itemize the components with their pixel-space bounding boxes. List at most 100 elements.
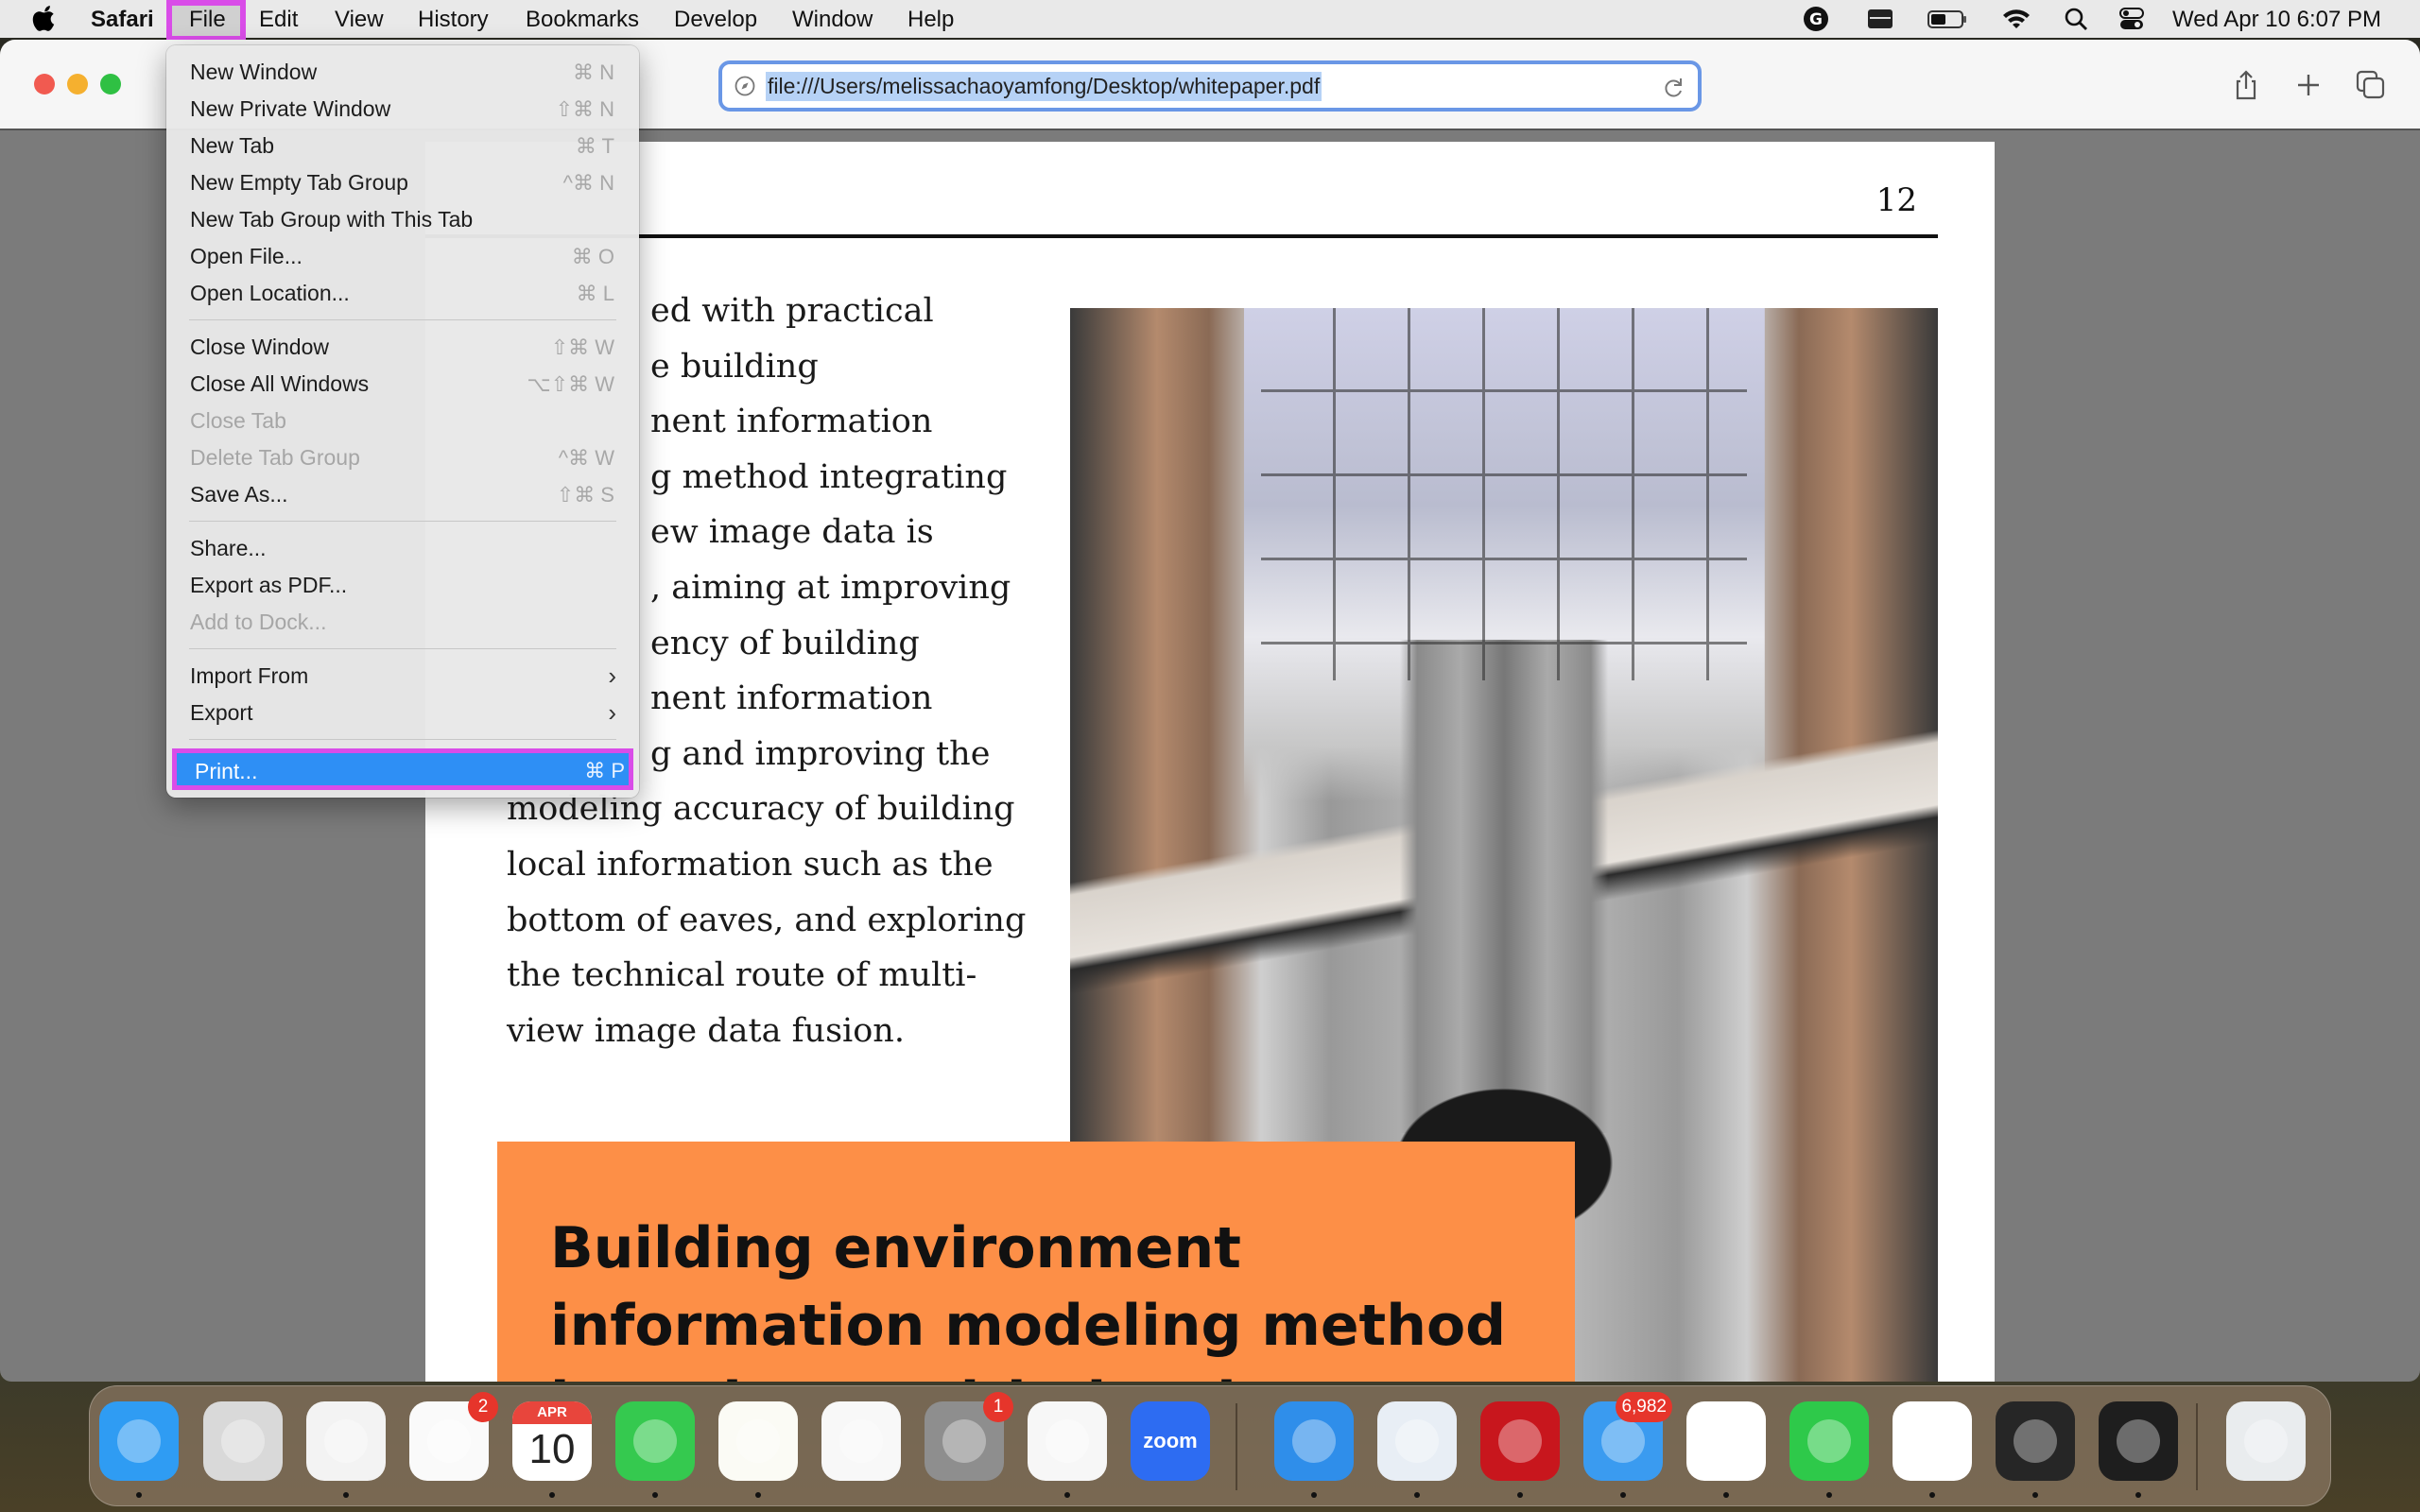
dock-app-messages[interactable] bbox=[615, 1401, 695, 1481]
menu-item-label: Add to Dock... bbox=[190, 610, 327, 634]
dock-app-mail[interactable]: 6,982 bbox=[1583, 1392, 1672, 1481]
menu-item-label: New Window bbox=[190, 60, 318, 84]
menu-item-close-all-windows[interactable]: Close All Windows ⌥⇧⌘ W bbox=[166, 366, 639, 403]
menu-history[interactable]: History bbox=[418, 6, 489, 34]
dock-app-launchpad[interactable] bbox=[203, 1401, 283, 1481]
shortcut-label: ⌘ N bbox=[573, 60, 614, 84]
menu-item-label: Print... bbox=[195, 759, 258, 783]
shortcut-label: ^⌘ N bbox=[562, 171, 614, 195]
menu-item-share[interactable]: Share... bbox=[166, 530, 639, 567]
menu-item-label: Delete Tab Group bbox=[190, 445, 360, 470]
menubar-clock[interactable]: Wed Apr 10 6:07 PM bbox=[2172, 6, 2381, 34]
text-line: view image data fusion. bbox=[507, 1011, 905, 1050]
address-bar[interactable]: file:///Users/melissachaoyamfong/Desktop… bbox=[718, 60, 1702, 112]
dock-app-finder[interactable] bbox=[99, 1401, 179, 1481]
minimize-window-button[interactable] bbox=[67, 74, 88, 94]
menu-item-label: Close Window bbox=[190, 335, 329, 359]
freeform-icon bbox=[839, 1419, 883, 1463]
menu-item-new-tab-group-with-this-tab[interactable]: New Tab Group with This Tab bbox=[166, 201, 639, 238]
close-window-button[interactable] bbox=[34, 74, 55, 94]
running-indicator bbox=[755, 1492, 761, 1498]
shortcut-label: ⌘ P bbox=[584, 759, 625, 782]
dock-app-photos[interactable]: 2 bbox=[409, 1392, 498, 1481]
zoom-window-button[interactable] bbox=[100, 74, 121, 94]
running-indicator bbox=[343, 1492, 349, 1498]
menu-item-open-location[interactable]: Open Location... ⌘ L bbox=[166, 275, 639, 312]
system-settings-icon bbox=[942, 1419, 986, 1463]
running-indicator bbox=[549, 1492, 555, 1498]
menu-item-close-tab: Close Tab bbox=[166, 403, 639, 439]
share-icon[interactable] bbox=[2229, 68, 2263, 102]
menu-item-label: New Private Window bbox=[190, 96, 391, 121]
shortcut-label: ⌘ O bbox=[571, 245, 614, 268]
menu-help[interactable]: Help bbox=[908, 6, 954, 34]
dock-app-zoom[interactable]: zoom bbox=[1131, 1401, 1210, 1481]
menu-item-label: Save As... bbox=[190, 482, 288, 507]
dock-app-notes[interactable] bbox=[718, 1401, 798, 1481]
menu-window[interactable]: Window bbox=[792, 6, 873, 34]
launchpad-icon bbox=[221, 1419, 265, 1463]
menu-item-label: New Tab bbox=[190, 133, 275, 158]
running-indicator bbox=[1723, 1492, 1729, 1498]
battery-icon[interactable] bbox=[1927, 4, 1968, 34]
menu-item-new-private-window[interactable]: New Private Window ⇧⌘ N bbox=[166, 91, 639, 128]
menu-item-print[interactable]: Print... ⌘ P bbox=[172, 748, 633, 790]
dock-separator bbox=[2196, 1403, 2198, 1490]
dock-app-numbers[interactable] bbox=[1789, 1401, 1869, 1481]
menu-develop[interactable]: Develop bbox=[674, 6, 757, 34]
dock-app-calendar[interactable]: APR 10 bbox=[512, 1401, 592, 1481]
menu-bookmarks[interactable]: Bookmarks bbox=[526, 6, 639, 34]
menu-item-export-as-pdf[interactable]: Export as PDF... bbox=[166, 567, 639, 604]
dock-app-freeform[interactable] bbox=[821, 1401, 901, 1481]
tab-overview-icon[interactable] bbox=[2354, 68, 2388, 102]
menu-item-import-from[interactable]: Import From › bbox=[166, 658, 639, 695]
dock-app-microsoft-teams[interactable] bbox=[1893, 1401, 1972, 1481]
menu-app-safari[interactable]: Safari bbox=[91, 6, 154, 34]
reload-icon[interactable] bbox=[1662, 76, 1686, 100]
dock-app-preview[interactable] bbox=[1377, 1401, 1457, 1481]
menu-item-save-as[interactable]: Save As... ⇧⌘ S bbox=[166, 476, 639, 513]
keyboard-brightness-icon[interactable] bbox=[1866, 4, 1894, 34]
menu-item-close-window[interactable]: Close Window ⇧⌘ W bbox=[166, 329, 639, 366]
dock-app-system-settings[interactable]: 1 bbox=[925, 1392, 1013, 1481]
menu-item-open-file[interactable]: Open File... ⌘ O bbox=[166, 238, 639, 275]
callout-box: Building environment information modelin… bbox=[497, 1142, 1575, 1382]
dock-app-keychain-access[interactable] bbox=[2099, 1401, 2178, 1481]
menu-item-new-window[interactable]: New Window ⌘ N bbox=[166, 54, 639, 91]
callout-title: Building environment information modelin… bbox=[550, 1210, 1571, 1382]
dock-app-klokki[interactable] bbox=[1274, 1401, 1354, 1481]
menu-separator bbox=[189, 521, 616, 522]
shortcut-label: ⇧⌘ N bbox=[555, 97, 614, 121]
dock: 2 APR 10 1 zoom 6,982 bbox=[89, 1385, 2331, 1506]
menu-item-new-empty-tab-group[interactable]: New Empty Tab Group ^⌘ N bbox=[166, 164, 639, 201]
chevron-right-icon: › bbox=[608, 698, 616, 727]
menu-view[interactable]: View bbox=[335, 6, 384, 34]
menu-file[interactable]: File bbox=[189, 6, 226, 34]
menu-item-label: Open File... bbox=[190, 244, 302, 268]
spotlight-search-icon[interactable] bbox=[2063, 4, 2089, 34]
menu-edit[interactable]: Edit bbox=[259, 6, 298, 34]
url-text[interactable]: file:///Users/melissachaoyamfong/Desktop… bbox=[766, 71, 1322, 101]
file-menu-dropdown: New Window ⌘ N New Private Window ⇧⌘ N New T… bbox=[166, 45, 639, 798]
menu-separator bbox=[189, 648, 616, 649]
grammarly-icon[interactable]: G bbox=[1802, 4, 1830, 34]
dock-app-safari[interactable] bbox=[306, 1401, 386, 1481]
apple-menu-icon[interactable] bbox=[32, 4, 59, 32]
new-tab-icon[interactable] bbox=[2291, 68, 2325, 102]
dock-app-google-chrome[interactable] bbox=[1028, 1401, 1107, 1481]
dock-app-trash[interactable] bbox=[2226, 1401, 2306, 1481]
chevron-right-icon: › bbox=[608, 662, 616, 690]
menu-item-export[interactable]: Export › bbox=[166, 695, 639, 731]
running-indicator bbox=[1311, 1492, 1317, 1498]
menu-item-new-tab[interactable]: New Tab ⌘ T bbox=[166, 128, 639, 164]
dock-app-microsoft-word[interactable] bbox=[1686, 1401, 1766, 1481]
dock-app-adobe-acrobat[interactable] bbox=[1480, 1401, 1560, 1481]
menu-item-label: Close All Windows bbox=[190, 371, 370, 396]
wifi-icon[interactable] bbox=[2000, 4, 2032, 34]
shortcut-label: ⌘ L bbox=[576, 282, 614, 305]
control-center-icon[interactable] bbox=[2118, 4, 2146, 34]
microsoft-word-icon bbox=[1704, 1419, 1748, 1463]
callout-title-line: information modeling method bbox=[550, 1293, 1507, 1359]
running-indicator bbox=[652, 1492, 658, 1498]
dock-app-soundboard[interactable] bbox=[1996, 1401, 2075, 1481]
